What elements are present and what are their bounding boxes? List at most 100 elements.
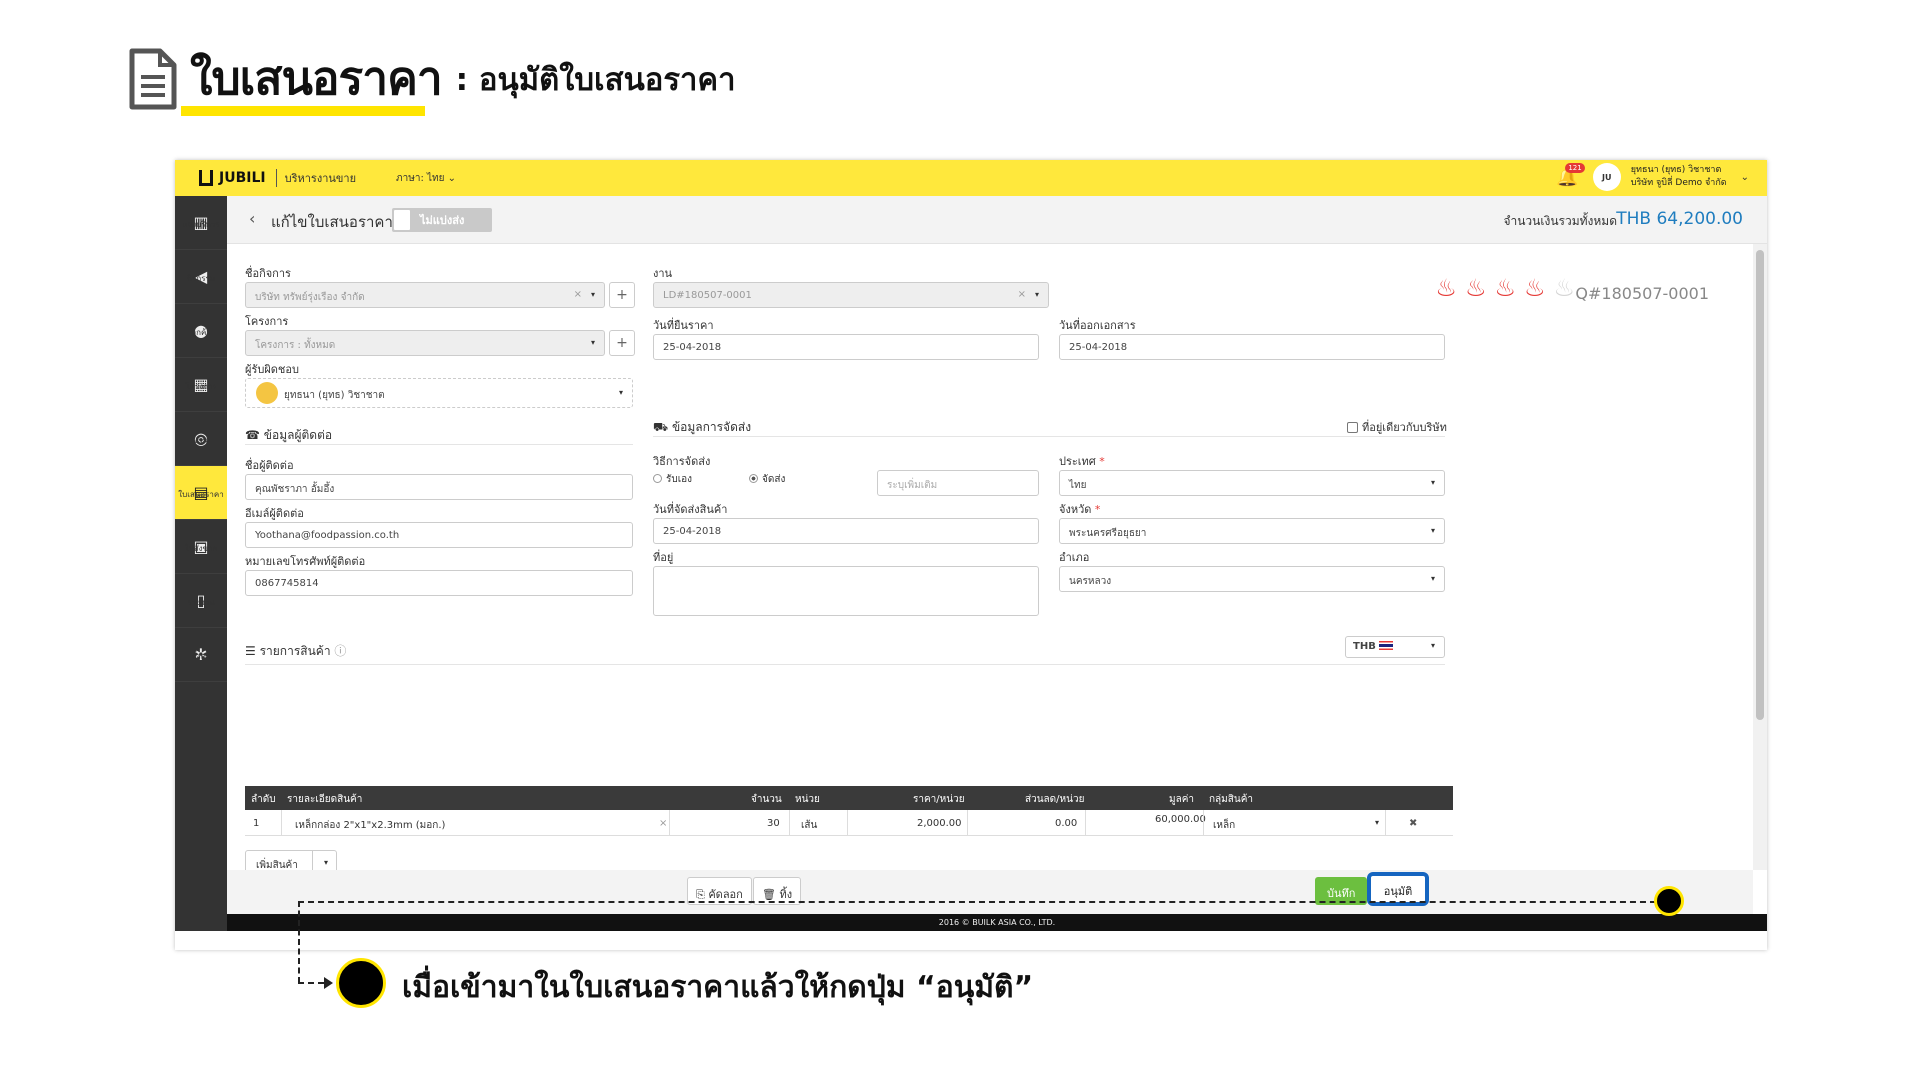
shipping-section-label: ข้อมูลการจัดส่ง xyxy=(671,420,752,434)
sidebar-item-jobs[interactable]: ◎ งาน xyxy=(175,412,227,466)
notification-bell-icon[interactable]: 🔔 121 xyxy=(1556,162,1585,188)
marker-dot-large xyxy=(336,958,386,1008)
row-desc[interactable]: เหล็กกล่อง 2"x1"x2.3mm (มอก.) xyxy=(295,818,445,833)
help-icon[interactable]: ⓘ xyxy=(334,644,346,658)
contact-phone-input[interactable]: 0867745814 xyxy=(245,570,633,596)
sidebar-item-activities[interactable]: ◀ กิจกรรม xyxy=(175,250,227,304)
sidebar-item-dashboard[interactable]: ▥ แผงบริหาร xyxy=(175,196,227,250)
list-icon: ☰ xyxy=(245,644,256,658)
business-label: ชื่อกิจการ xyxy=(245,267,291,280)
action-bar xyxy=(227,870,1753,914)
products-section-title: ☰ รายการสินค้า ⓘ xyxy=(245,642,346,661)
add-business-button[interactable]: + xyxy=(609,282,635,308)
total-label: จำนวนเงินรวมทั้งหมด xyxy=(1503,214,1617,228)
owner-value: ยุทธนา (ยุทธ) วิชาชาต xyxy=(284,390,385,401)
language-select[interactable]: ภาษา: ไทย ⌄ xyxy=(396,171,456,186)
owner-avatar xyxy=(256,382,278,404)
currency-select[interactable]: THB ▾ xyxy=(1345,636,1445,658)
project-select[interactable]: โครงการ : ทั้งหมด ▾ xyxy=(245,330,605,356)
doc-date-input[interactable]: 25-04-2018 xyxy=(1059,334,1445,360)
add-project-button[interactable]: + xyxy=(609,330,635,356)
deliver-radio[interactable]: จัดส่ง xyxy=(749,472,785,487)
business-select[interactable]: บริษัท ทรัพย์รุ่งเรือง จำกัด × ▾ xyxy=(245,282,605,308)
sidebar-item-sales-order[interactable]: ▣ ใบสั่งขาย xyxy=(175,520,227,574)
job-value: LD#180507-0001 xyxy=(663,290,752,301)
footer: 2016 © BUILK ASIA CO., LTD. xyxy=(227,914,1767,931)
shipping-section-title: ⛟ ข้อมูลการจัดส่ง xyxy=(653,418,751,437)
cell-divider xyxy=(1203,810,1204,836)
required-mark: * xyxy=(1094,503,1101,516)
clear-icon[interactable]: × xyxy=(574,289,582,300)
col-discount: ส่วนลด/หน่วย xyxy=(1025,794,1085,805)
ship-date-label: วันที่จัดส่งสินค้า xyxy=(653,503,728,516)
address-label: ที่อยู่ xyxy=(653,551,674,564)
col-desc: รายละเอียดสินค้า xyxy=(287,794,363,805)
sidebar-item-label: ใบเสนอราคา xyxy=(178,489,224,499)
caret-down-icon[interactable]: ▾ xyxy=(324,858,328,867)
owner-select[interactable]: ยุทธนา (ยุทธ) วิชาชาต ▾ xyxy=(245,378,633,408)
business-value: บริษัท ทรัพย์รุ่งเรือง จำกัด xyxy=(255,292,365,303)
sidebar-item-label: รายงาน xyxy=(187,597,215,607)
doc-date-label: วันที่ออกเอกสาร xyxy=(1059,319,1136,332)
scrollbar[interactable] xyxy=(1753,244,1767,870)
ship-date-input[interactable]: 25-04-2018 xyxy=(653,518,1039,544)
app-window: JUBILI บริหารงานขาย ภาษา: ไทย ⌄ 🔔 121 JU … xyxy=(175,160,1767,950)
address-textarea[interactable] xyxy=(653,566,1039,616)
product-table-header: ลำดับ รายละเอียดสินค้า จำนวน หน่วย ราคา/… xyxy=(245,786,1453,810)
country-label-text: ประเทศ xyxy=(1059,455,1096,468)
district-label: อำเภอ xyxy=(1059,551,1090,564)
sidebar-item-label: โครงการ xyxy=(185,381,217,391)
col-unit: หน่วย xyxy=(795,794,820,805)
hot-level-rating: ♨♨♨♨♨ xyxy=(1435,274,1583,302)
row-discount[interactable]: 0.00 xyxy=(1055,818,1077,829)
avatar[interactable]: JU xyxy=(1592,163,1621,191)
pickup-radio[interactable]: รับเอง xyxy=(653,472,692,487)
sidebar: ▥ แผงบริหาร ◀ กิจกรรม ● ลูกค้า ▦ โครงการ ◎ งา… xyxy=(175,196,235,931)
logo-mark-icon xyxy=(199,170,213,186)
heading-underline xyxy=(181,106,425,116)
same-address-checkbox[interactable]: ที่อยู่เดียวกับบริษัท xyxy=(1347,418,1447,436)
row-amount: 60,000.00 xyxy=(1155,814,1206,825)
price-date-input[interactable]: 25-04-2018 xyxy=(653,334,1039,360)
project-label: โครงการ xyxy=(245,315,289,328)
row-unit[interactable]: เส้น xyxy=(801,818,817,833)
delete-row-icon[interactable]: ✖ xyxy=(1409,818,1417,829)
contact-email-input[interactable]: Yoothana@foodpassion.co.th xyxy=(245,522,633,548)
back-chevron-icon[interactable]: ‹ xyxy=(249,209,255,228)
clear-icon[interactable]: × xyxy=(1018,289,1026,300)
chevron-down-icon[interactable]: ⌄ xyxy=(1741,172,1749,183)
same-address-label: ที่อยู่เดียวกับบริษัท xyxy=(1362,421,1447,434)
row-price[interactable]: 2,000.00 xyxy=(917,818,962,829)
arrow-right-icon xyxy=(324,977,333,989)
remove-desc-icon[interactable]: × xyxy=(659,818,667,829)
toggle-knob xyxy=(394,210,410,230)
caret-down-icon[interactable]: ▾ xyxy=(1375,818,1379,827)
job-select[interactable]: LD#180507-0001 × ▾ xyxy=(653,282,1049,308)
contact-name-input[interactable]: คุณพัชราภา อั้มอึ้ง xyxy=(245,474,633,500)
caret-down-icon: ▾ xyxy=(1430,526,1435,535)
scrollbar-thumb[interactable] xyxy=(1756,250,1764,720)
document-icon xyxy=(129,48,177,109)
shipping-extra-input[interactable]: ระบุเพิ่มเติม xyxy=(877,470,1039,496)
page-title: แก้ไขใบเสนอราคา xyxy=(271,213,393,231)
caret-down-icon: ▾ xyxy=(618,388,623,397)
country-label: ประเทศ * xyxy=(1059,452,1105,470)
row-qty[interactable]: 30 xyxy=(767,818,780,829)
sidebar-item-reports[interactable]: ▯ รายงาน xyxy=(175,574,227,628)
province-select[interactable]: พระนครศรีอยุธยา ▾ xyxy=(1059,518,1445,544)
sidebar-item-settings[interactable]: ✲ ตั้งค่า xyxy=(175,628,227,682)
table-row: 1 เหล็กกล่อง 2"x1"x2.3mm (มอก.) × 30 เส้… xyxy=(245,810,1453,836)
app-logo[interactable]: JUBILI xyxy=(199,170,266,186)
district-select[interactable]: นครหลวง ▾ xyxy=(1059,566,1445,592)
sidebar-item-quotation[interactable]: ▤ ใบเสนอราคา xyxy=(175,466,235,520)
split-delivery-toggle[interactable]: ไม่แบ่งส่ง xyxy=(392,208,492,232)
sidebar-item-customers[interactable]: ● ลูกค้า xyxy=(175,304,227,358)
col-qty: จำนวน xyxy=(751,794,782,805)
language-label: ภาษา: ไทย xyxy=(396,172,445,184)
user-info[interactable]: ยุทธนา (ยุทธ) วิชาชาต บริษัท จูบิลี่ Dem… xyxy=(1631,164,1727,190)
country-select[interactable]: ไทย ▾ xyxy=(1059,470,1445,496)
sidebar-item-projects[interactable]: ▦ โครงการ xyxy=(175,358,227,412)
row-group[interactable]: เหล็ก xyxy=(1213,818,1235,833)
divider xyxy=(653,436,1445,437)
user-name: ยุทธนา (ยุทธ) วิชาชาต xyxy=(1630,165,1722,175)
